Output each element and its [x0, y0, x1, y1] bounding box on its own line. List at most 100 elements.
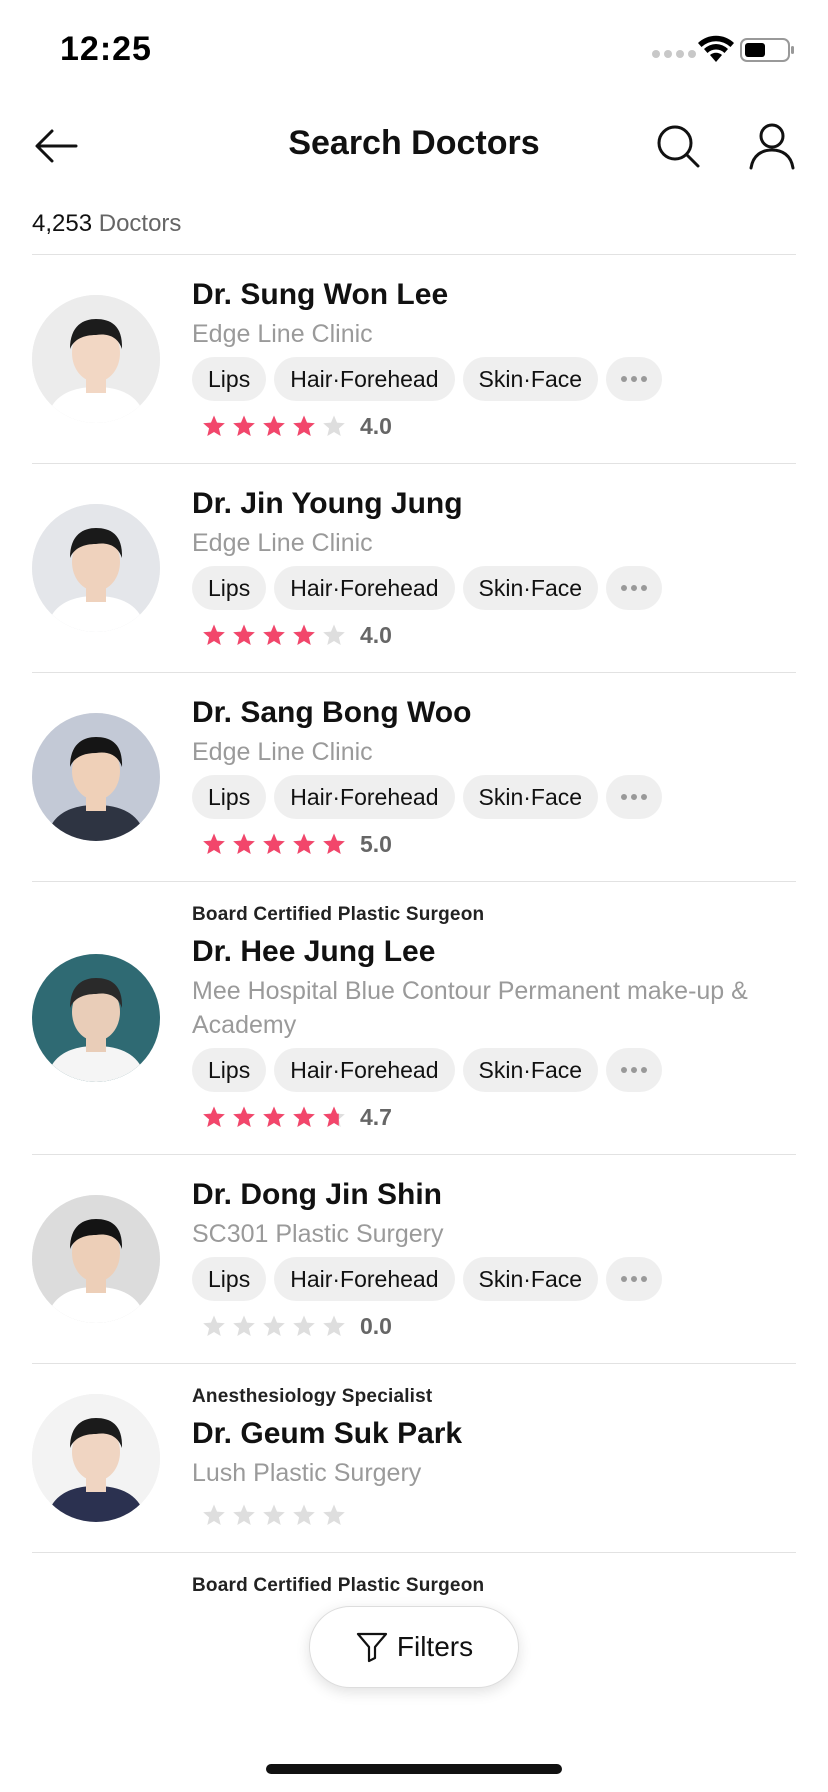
avatar — [32, 1195, 160, 1323]
more-horizontal-icon — [621, 1067, 648, 1073]
doctor-card[interactable]: Dr. Sang Bong Woo Edge Line Clinic Lips Hai… — [32, 673, 796, 882]
star-icon — [323, 1315, 345, 1336]
rating: 0.0 — [192, 1311, 796, 1341]
tag-chip[interactable]: Hair·Forehead — [274, 357, 455, 401]
rating — [192, 1500, 796, 1530]
home-indicator — [266, 1764, 562, 1774]
tag-chip[interactable]: Hair·Forehead — [274, 1048, 455, 1092]
doctor-name: Dr. Jin Young Jung — [192, 487, 463, 520]
star-icon — [293, 1504, 315, 1525]
wifi-icon — [698, 35, 734, 62]
rating: 5.0 — [192, 829, 796, 859]
tag-list: Lips Hair·Forehead Skin·Face — [192, 566, 796, 610]
filters-label: Filters — [396, 1631, 474, 1662]
doctor-name: Dr. Hee Jung Lee — [192, 935, 436, 968]
tag-chip[interactable]: Lips — [192, 1048, 267, 1092]
tag-chip[interactable]: Skin·Face — [462, 775, 599, 819]
rating: 4.0 — [192, 620, 796, 650]
star-rating — [202, 832, 346, 856]
nav-bar: Search Doctors — [0, 100, 828, 190]
rating-value: 4.7 — [360, 1103, 392, 1130]
star-icon — [233, 624, 255, 645]
rating: 4.7 — [192, 1102, 796, 1132]
filters-button[interactable]: Filters — [309, 1606, 519, 1688]
star-icon — [203, 415, 225, 436]
tag-chip[interactable]: Skin·Face — [462, 1048, 599, 1092]
tag-chip[interactable]: Skin·Face — [462, 566, 599, 610]
tag-chip[interactable]: Skin·Face — [462, 1257, 599, 1301]
result-count: 4,253 Doctors — [32, 210, 181, 238]
tag-chip[interactable]: Hair·Forehead — [274, 566, 455, 610]
star-icon — [323, 833, 345, 854]
star-icon — [263, 415, 285, 436]
tag-chip[interactable]: Hair·Forehead — [274, 775, 455, 819]
star-rating — [202, 1105, 346, 1129]
rating-value: 4.0 — [360, 412, 392, 439]
rating-value: 5.0 — [360, 830, 392, 857]
star-icon — [263, 1106, 285, 1127]
more-tags-button[interactable] — [606, 566, 663, 610]
more-tags-button[interactable] — [606, 1257, 663, 1301]
doctor-card[interactable]: Board Certified Plastic Surgeon Dr. Hee J… — [32, 882, 796, 1155]
rating: 4.0 — [192, 411, 796, 441]
more-tags-button[interactable] — [606, 1048, 663, 1092]
doctor-card[interactable]: Dr. Dong Jin Shin SC301 Plastic Surgery Li… — [32, 1155, 796, 1364]
doctor-specialty: Board Certified Plastic Surgeon — [192, 1575, 485, 1596]
avatar — [32, 1394, 160, 1522]
doctor-card[interactable]: Dr. Jin Young Jung Edge Line Clinic Lips Ha… — [32, 464, 796, 673]
status-bar: 12:25 — [0, 0, 828, 100]
star-icon — [233, 1106, 255, 1127]
star-icon — [203, 1504, 225, 1525]
star-icon — [263, 1315, 285, 1336]
status-time: 12:25 — [60, 30, 152, 68]
doctor-list: Dr. Sung Won Lee Edge Line Clinic Lips Hair… — [0, 255, 828, 1627]
doctor-name: Dr. Sung Won Lee — [192, 278, 449, 311]
avatar — [32, 295, 160, 423]
star-icon — [293, 624, 315, 645]
more-tags-button[interactable] — [606, 357, 663, 401]
tag-chip[interactable]: Lips — [192, 566, 267, 610]
star-icon — [323, 1106, 345, 1127]
doctor-card[interactable]: Anesthesiology Specialist Dr. Geum Suk Pa… — [32, 1364, 796, 1553]
star-rating — [202, 414, 346, 438]
star-icon — [293, 1106, 315, 1127]
avatar — [32, 504, 160, 632]
tag-chip[interactable]: Hair·Forehead — [274, 1257, 455, 1301]
avatar — [32, 954, 160, 1082]
star-icon — [293, 1315, 315, 1336]
star-icon — [233, 1504, 255, 1525]
star-icon — [203, 624, 225, 645]
battery-icon — [740, 38, 794, 62]
star-icon — [293, 415, 315, 436]
tag-chip[interactable]: Lips — [192, 775, 267, 819]
search-button[interactable] — [650, 118, 706, 174]
rating-value: 0.0 — [360, 1312, 392, 1339]
result-count-number: 4,253 — [32, 210, 93, 237]
tag-chip[interactable]: Skin·Face — [462, 357, 599, 401]
star-rating — [202, 623, 346, 647]
clinic-name: Lush Plastic Surgery — [192, 1459, 422, 1487]
doctor-specialty: Board Certified Plastic Surgeon — [192, 904, 485, 925]
star-icon — [323, 1504, 345, 1525]
doctor-card[interactable]: Dr. Sung Won Lee Edge Line Clinic Lips Hair… — [32, 255, 796, 464]
profile-button[interactable] — [744, 116, 800, 176]
star-icon — [203, 1315, 225, 1336]
tag-chip[interactable]: Lips — [192, 357, 267, 401]
star-icon — [233, 415, 255, 436]
clinic-name: Mee Hospital Blue Contour Permanent make… — [192, 977, 748, 1039]
more-horizontal-icon — [621, 376, 648, 382]
star-icon — [263, 1504, 285, 1525]
doctor-name: Dr. Sang Bong Woo — [192, 696, 472, 729]
doctor-name: Dr. Geum Suk Park — [192, 1417, 463, 1450]
more-tags-button[interactable] — [606, 775, 663, 819]
avatar — [32, 713, 160, 841]
doctor-name: Dr. Dong Jin Shin — [192, 1178, 443, 1211]
search-icon — [657, 125, 700, 168]
star-icon — [263, 624, 285, 645]
star-icon — [323, 415, 345, 436]
star-icon — [233, 833, 255, 854]
tag-chip[interactable]: Lips — [192, 1257, 267, 1301]
star-rating — [202, 1314, 346, 1338]
clinic-name: SC301 Plastic Surgery — [192, 1220, 444, 1248]
user-icon — [749, 123, 795, 170]
